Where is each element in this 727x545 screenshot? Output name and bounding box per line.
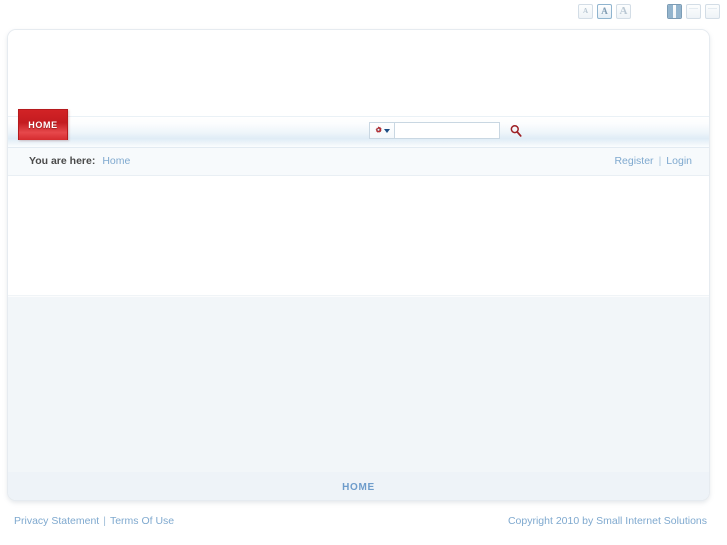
letter-a-icon: A [601, 6, 608, 16]
search-type-dropdown[interactable] [369, 122, 394, 139]
user-links-separator: | [658, 155, 662, 167]
letter-a-icon: A [619, 5, 628, 17]
layout-full-width-button[interactable] [705, 4, 720, 19]
breadcrumb-label: You are here: [29, 155, 96, 167]
layout-line-icon [708, 8, 717, 9]
copyright-text: Copyright 2010 by Small Internet Solutio… [507, 515, 707, 527]
nav-tab-home-label: HOME [28, 120, 58, 130]
register-link[interactable]: Register [614, 155, 653, 167]
layout-fixed-width-button[interactable] [667, 4, 682, 19]
user-links: Register | Login [614, 155, 692, 167]
text-size-medium-button[interactable]: A [597, 4, 612, 19]
breadcrumb-bar: You are here: Home Register | Login [8, 148, 709, 176]
main-content-pane [8, 176, 709, 296]
search-input[interactable] [394, 122, 500, 139]
layout-pane-icon [676, 5, 681, 18]
letter-a-icon: A [582, 7, 589, 15]
layout-selector [667, 4, 720, 19]
text-size-selector: A A A [578, 4, 631, 19]
terms-of-use-link[interactable]: Terms Of Use [110, 515, 174, 527]
privacy-statement-link[interactable]: Privacy Statement [14, 515, 99, 527]
chevron-down-icon [384, 128, 390, 133]
text-size-small-button[interactable]: A [578, 4, 593, 19]
nav-tab-home[interactable]: HOME [18, 109, 68, 140]
bottom-navigation-pane: HOME [8, 472, 709, 500]
top-control-strip: A A A [0, 0, 727, 26]
layout-line-icon [689, 8, 698, 9]
footer-separator: | [103, 515, 106, 527]
breadcrumb-item-home[interactable]: Home [102, 155, 130, 167]
search-icon [510, 124, 522, 137]
text-size-large-button[interactable]: A [616, 4, 631, 19]
breadcrumb: You are here: Home [29, 155, 130, 167]
main-navigation-bar: HOME [8, 109, 709, 148]
lower-content-pane [8, 296, 709, 472]
layout-pane-icon [668, 5, 673, 18]
page-container: HOME You are here: Home Register | Login… [7, 29, 710, 501]
footer-links: Privacy Statement | Terms Of Use [14, 515, 174, 527]
gear-icon [375, 126, 382, 133]
bottom-nav-item-home[interactable]: HOME [342, 482, 375, 493]
login-link[interactable]: Login [666, 155, 692, 167]
search-submit-button[interactable] [509, 123, 523, 139]
page-footer: Privacy Statement | Terms Of Use Copyright… [0, 513, 727, 533]
search-bar [369, 122, 523, 139]
layout-wide-button[interactable] [686, 4, 701, 19]
site-header-banner [8, 30, 709, 116]
